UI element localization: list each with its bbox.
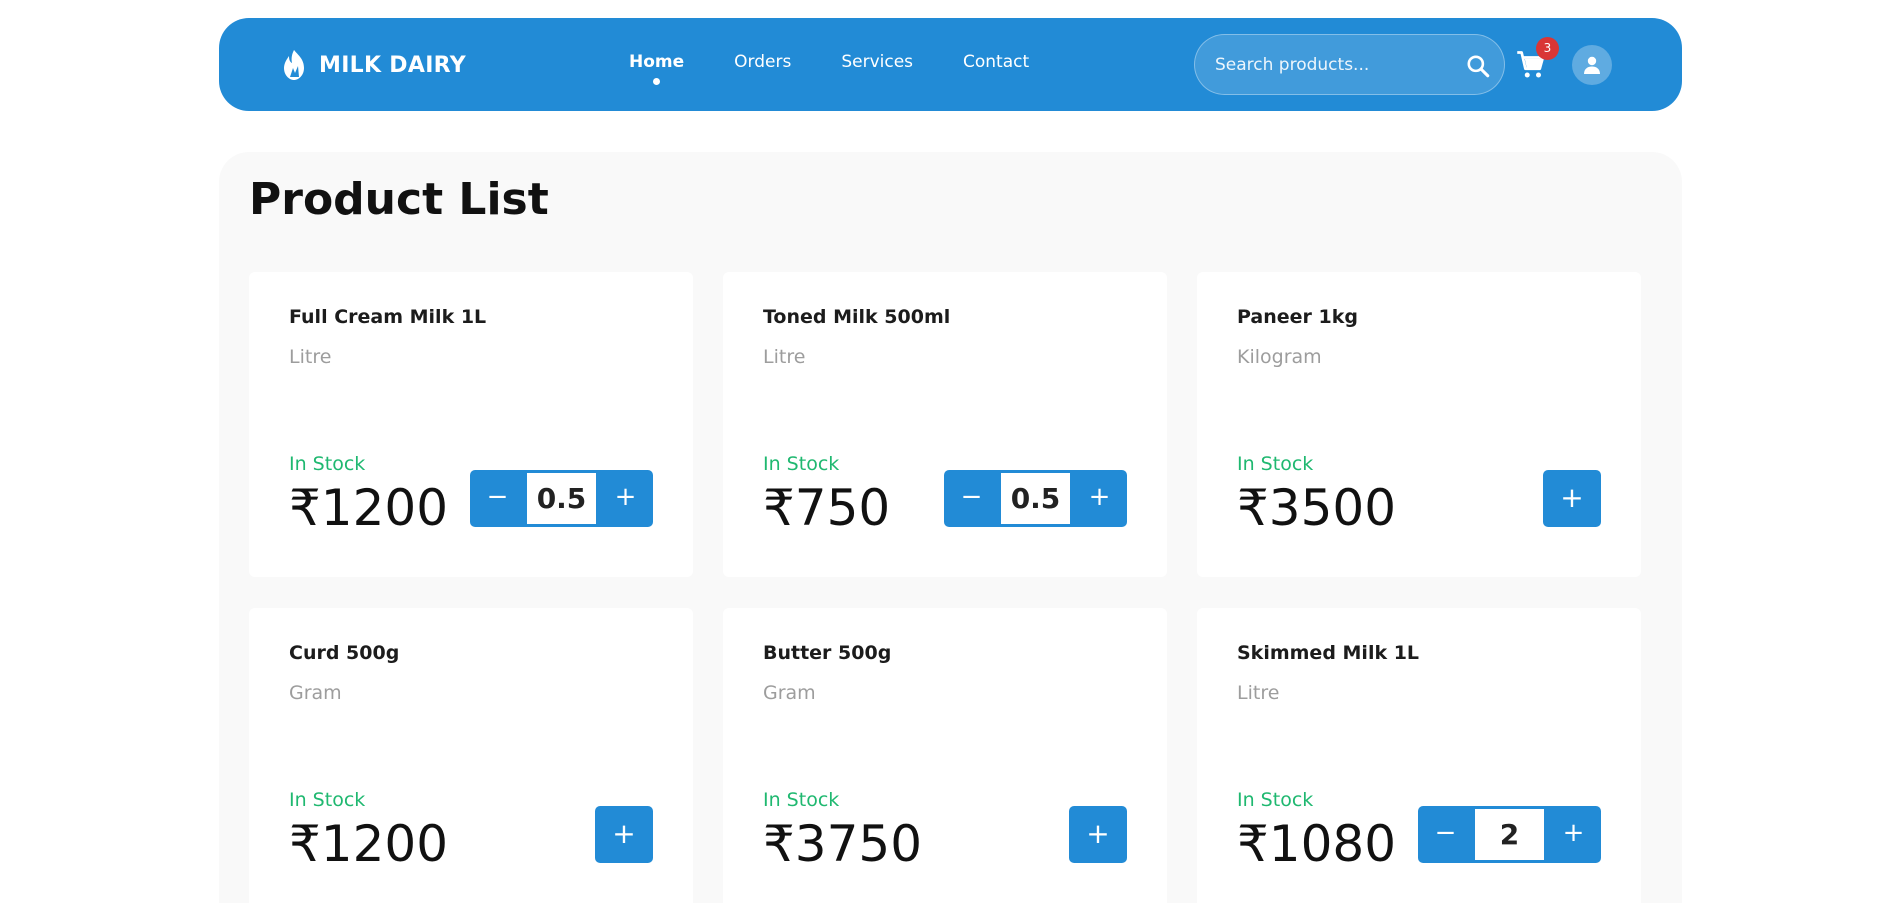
product-price: ₹3500 bbox=[1237, 479, 1397, 537]
stock-status: In Stock bbox=[1237, 789, 1314, 811]
product-unit: Gram bbox=[289, 682, 342, 704]
add-to-cart-button[interactable]: + bbox=[1543, 470, 1601, 527]
search-icon[interactable] bbox=[1465, 53, 1491, 79]
page-title: Product List bbox=[249, 174, 549, 225]
cart-button[interactable]: 3 bbox=[1516, 37, 1559, 80]
product-name: Toned Milk 500ml bbox=[763, 306, 951, 328]
stock-status: In Stock bbox=[289, 453, 366, 475]
stock-status: In Stock bbox=[289, 789, 366, 811]
search-box bbox=[1194, 34, 1505, 95]
product-price: ₹3750 bbox=[763, 815, 923, 873]
stock-status: In Stock bbox=[763, 453, 840, 475]
navbar: MILK DAIRY Home Orders Services Contact … bbox=[219, 18, 1682, 111]
product-name: Full Cream Milk 1L bbox=[289, 306, 487, 328]
flame-logo-icon bbox=[284, 50, 304, 80]
brand[interactable]: MILK DAIRY bbox=[279, 46, 466, 84]
product-unit: Kilogram bbox=[1237, 346, 1322, 368]
product-card: Toned Milk 500ml Litre In Stock ₹750 − 0… bbox=[723, 272, 1167, 577]
quantity-value: 0.5 bbox=[527, 473, 596, 524]
product-unit: Litre bbox=[763, 346, 806, 368]
increase-quantity-button[interactable]: + bbox=[1072, 470, 1127, 527]
stock-status: In Stock bbox=[1237, 453, 1314, 475]
nav-links: Home Orders Services Contact bbox=[629, 52, 1079, 85]
decrease-quantity-button[interactable]: − bbox=[944, 470, 999, 527]
product-card: Curd 500g Gram In Stock ₹1200 + bbox=[249, 608, 693, 903]
product-panel: Product List Full Cream Milk 1L Litre In… bbox=[219, 152, 1682, 903]
quantity-value: 2 bbox=[1475, 809, 1544, 860]
product-card: Full Cream Milk 1L Litre In Stock ₹1200 … bbox=[249, 272, 693, 577]
add-to-cart-button[interactable]: + bbox=[1069, 806, 1127, 863]
increase-quantity-button[interactable]: + bbox=[1546, 806, 1601, 863]
product-price: ₹750 bbox=[763, 479, 891, 537]
quantity-stepper: − 2 + bbox=[1418, 806, 1601, 863]
nav-link-contact[interactable]: Contact bbox=[963, 52, 1029, 72]
quantity-value: 0.5 bbox=[1001, 473, 1070, 524]
product-name: Curd 500g bbox=[289, 642, 400, 664]
product-price: ₹1200 bbox=[289, 815, 449, 873]
product-card: Skimmed Milk 1L Litre In Stock ₹1080 − 2… bbox=[1197, 608, 1641, 903]
product-name: Skimmed Milk 1L bbox=[1237, 642, 1420, 664]
decrease-quantity-button[interactable]: − bbox=[1418, 806, 1473, 863]
nav-link-home[interactable]: Home bbox=[629, 52, 684, 85]
cart-count-badge: 3 bbox=[1536, 37, 1559, 60]
decrease-quantity-button[interactable]: − bbox=[470, 470, 525, 527]
nav-link-orders[interactable]: Orders bbox=[734, 52, 791, 72]
product-name: Paneer 1kg bbox=[1237, 306, 1358, 328]
product-unit: Litre bbox=[1237, 682, 1280, 704]
user-avatar-button[interactable] bbox=[1572, 45, 1612, 85]
search-input[interactable] bbox=[1215, 35, 1455, 94]
user-icon bbox=[1584, 56, 1600, 74]
product-card: Paneer 1kg Kilogram In Stock ₹3500 + bbox=[1197, 272, 1641, 577]
increase-quantity-button[interactable]: + bbox=[598, 470, 653, 527]
brand-name: MILK DAIRY bbox=[319, 52, 466, 78]
product-unit: Litre bbox=[289, 346, 332, 368]
product-price: ₹1080 bbox=[1237, 815, 1397, 873]
nav-link-services[interactable]: Services bbox=[841, 52, 913, 72]
quantity-stepper: − 0.5 + bbox=[944, 470, 1127, 527]
product-card: Butter 500g Gram In Stock ₹3750 + bbox=[723, 608, 1167, 903]
product-name: Butter 500g bbox=[763, 642, 892, 664]
quantity-stepper: − 0.5 + bbox=[470, 470, 653, 527]
product-price: ₹1200 bbox=[289, 479, 449, 537]
product-unit: Gram bbox=[763, 682, 816, 704]
add-to-cart-button[interactable]: + bbox=[595, 806, 653, 863]
stock-status: In Stock bbox=[763, 789, 840, 811]
